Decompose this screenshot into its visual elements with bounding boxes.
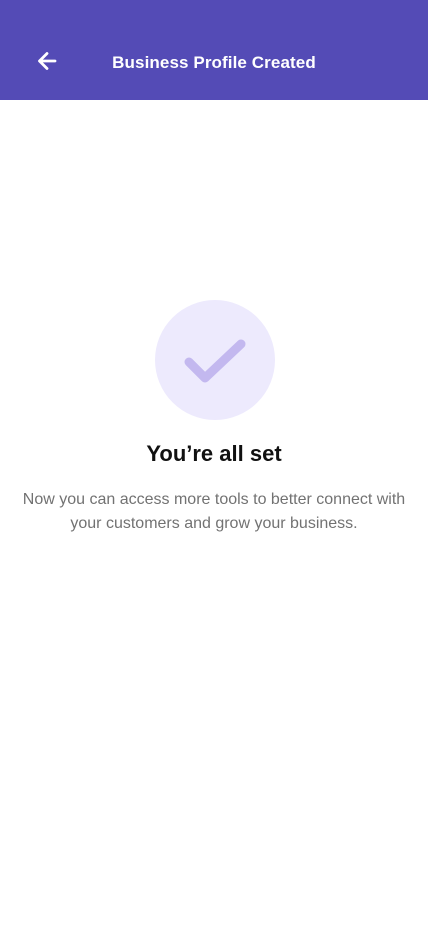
success-heading: You’re all set <box>146 441 282 466</box>
success-message: Now you can access more tools to better … <box>22 491 406 532</box>
page-title: Business Profile Created <box>112 53 316 72</box>
success-badge <box>155 300 275 420</box>
app-bar: Business Profile Created <box>0 0 428 100</box>
